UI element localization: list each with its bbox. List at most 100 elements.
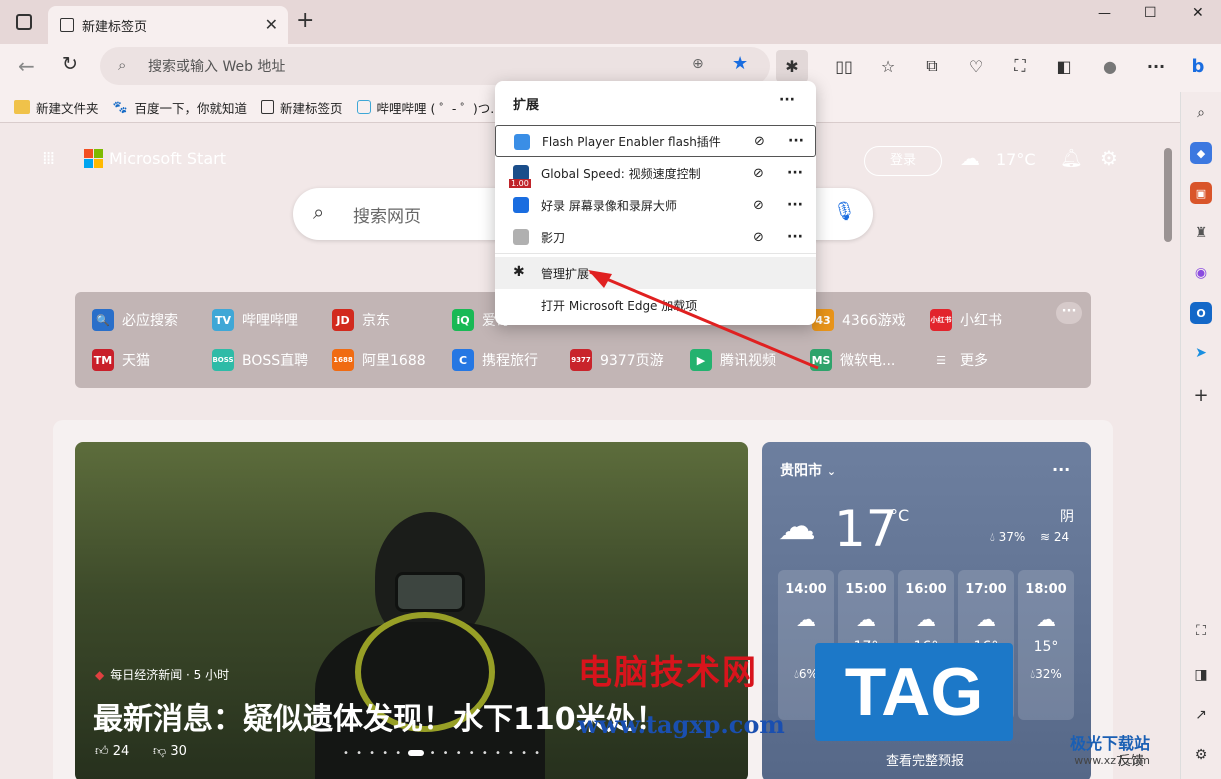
shopping-icon[interactable]: ◆ [1190,142,1212,164]
zoom-icon[interactable]: ⊕ [692,56,704,72]
quick-link[interactable]: TM 天猫 [92,349,150,371]
fav-baidu[interactable]: 🐾 百度一下，你就知道 [113,98,248,117]
voice-search-icon[interactable]: 🎙︎ [833,201,856,222]
hour-forecast[interactable]: 18:00 ☁ 15° 💧︎32% [1018,570,1074,720]
quick-links-more-icon[interactable]: ··· [1056,302,1082,324]
quick-link-label: 小红书 [960,313,1002,329]
tab-actions-icon[interactable] [16,14,32,30]
site-url: www.xz7.com [1074,754,1151,767]
quick-link[interactable]: 🔍 必应搜索 [92,309,178,331]
hidden-eye-icon[interactable]: ⊘ [753,230,764,245]
fav-bilibili[interactable]: 哔哩哔哩 ( ゜- ゜)つ... [356,98,502,117]
quick-link[interactable]: 小红书 小红书 [930,309,1002,331]
hidden-eye-icon[interactable]: ⊘ [754,134,765,149]
extension-more-icon[interactable]: ··· [788,133,804,149]
maximize-button[interactable]: ☐ [1144,5,1157,21]
brand[interactable]: Microsoft Start [84,149,226,168]
screenshot-icon[interactable]: ⛶ [1190,620,1212,642]
watermark-text: 电脑技术网 [578,653,758,693]
weather-humidity: 💧︎ 37% [990,530,1026,544]
weather-more-icon[interactable]: ··· [1052,460,1070,479]
extension-item[interactable]: Global Speed: 视频速度控制 ⊘ ··· 1.00 [495,157,816,189]
outlook-icon[interactable]: O [1190,302,1212,324]
extension-name: Global Speed: 视频速度控制 [541,166,701,181]
quick-link[interactable]: BOSS BOSS直聘 [212,349,308,371]
extension-more-icon[interactable]: ··· [787,197,803,213]
hour-temp: 15° [1033,639,1059,655]
favorites-icon[interactable]: ☆ [872,50,904,82]
extension-more-icon[interactable]: ··· [787,165,803,181]
quick-link-label: 天猫 [122,353,150,369]
search-icon[interactable]: ⌕ [1190,102,1212,124]
popup-more-icon[interactable]: ··· [779,92,795,108]
sidebar-panel-icon[interactable]: ◨ [1190,664,1212,686]
baidu-icon: 🐾 [112,100,128,114]
new-tab-button[interactable]: + [296,8,314,33]
quick-link-label: 更多 [960,353,988,369]
quick-link-icon: ☰ [936,353,946,367]
sidebar-settings-icon[interactable]: ⚙ [1190,744,1212,766]
quick-link-label: 阿里1688 [362,353,426,369]
hour-time: 16:00 [905,582,947,597]
extensions-button[interactable]: ✱ [776,50,808,82]
weather-wind: ≋ 24 [1040,530,1070,544]
favorite-star-icon[interactable]: ★ [732,53,748,74]
notification-bell-icon[interactable]: 🔔︎ [1060,148,1083,169]
games-icon[interactable]: ♜ [1190,222,1212,244]
forecast-link[interactable]: 查看完整预报 [886,750,964,769]
collections-icon[interactable]: ⧉ [916,50,948,82]
fav-folder[interactable]: 新建文件夹 [14,98,99,117]
cloud-icon: ☁ [976,607,996,631]
extension-more-icon[interactable]: ··· [787,229,803,245]
dislike-button[interactable]: 👎︎ 30 [153,744,187,759]
quick-link[interactable]: 1688 阿里1688 [332,349,426,371]
split-screen-icon[interactable]: ▯▯ [828,50,860,82]
apps-grid-icon[interactable]: ⁞⁞⁞ [42,148,55,169]
add-icon[interactable]: + [1190,384,1212,406]
like-button[interactable]: 👍︎ 24 [95,744,129,759]
page-settings-icon[interactable]: ⚙ [1100,146,1118,170]
cloud-icon: ☁ [856,607,876,631]
hidden-eye-icon[interactable]: ⊘ [753,166,764,181]
quick-link[interactable]: ☰ 更多 [930,349,988,371]
address-bar[interactable]: ⌕ 搜索或输入 Web 地址 ⊕ ★ [100,47,770,85]
cloud-icon: ☁ [778,504,816,548]
tab-close-icon[interactable]: ✕ [265,15,278,34]
fav-newtab[interactable]: 新建标签页 [261,98,343,117]
weather-city[interactable]: 贵阳市 ⌄ [780,460,836,480]
microsoft365-icon[interactable]: ◉ [1190,262,1212,284]
close-window-button[interactable]: ✕ [1192,5,1204,21]
extension-name: 影刀 [541,230,566,245]
send-icon[interactable]: ➤ [1190,342,1212,364]
fav-label: 新建文件夹 [36,100,99,116]
performance-icon[interactable]: ♡ [960,50,992,82]
settings-more-icon[interactable]: ··· [1140,50,1172,82]
header-temp[interactable]: 17°C [996,150,1036,169]
tools-icon[interactable]: ▣ [1190,182,1212,204]
edge-sidebar: ⌕ ◆ ▣ ♜ ◉ O ➤ + ⛶ ◨ ↗ ⚙ [1180,92,1221,779]
tab-title: 新建标签页 [82,19,148,35]
thumbs-down-icon: 👎︎ [153,744,171,759]
quick-link[interactable]: JD 京东 [332,309,390,331]
scrollbar[interactable] [1164,148,1172,242]
hidden-eye-icon[interactable]: ⊘ [753,198,764,213]
brand-text: Microsoft Start [109,149,226,168]
back-button[interactable]: ← [18,54,35,78]
extension-item[interactable]: Flash Player Enabler flash插件 ⊘ ··· [495,125,816,157]
quick-link-icon: iQ [452,309,474,331]
sidebar-toggle-icon[interactable]: ◧ [1048,50,1080,82]
screenshot-icon[interactable]: ⛶ [1004,50,1036,82]
external-link-icon[interactable]: ↗ [1190,704,1212,726]
extension-item[interactable]: 影刀 ⊘ ··· [495,221,816,253]
minimize-button[interactable]: — [1098,6,1111,21]
tab-new-tab[interactable]: 新建标签页 ✕ [48,6,288,44]
profile-avatar[interactable]: ● [1094,50,1126,82]
extension-item[interactable]: 好录 屏幕录像和录屏大师 ⊘ ··· [495,189,816,221]
quick-link[interactable]: TV 哔哩哔哩 [212,309,298,331]
quick-link-label: 微软电... [840,353,896,369]
quick-link[interactable]: C 携程旅行 [452,349,538,371]
carousel-dots[interactable]: • • • • • • • • • • • • • • [343,748,542,759]
bing-copilot-icon[interactable]: b [1182,50,1214,82]
refresh-button[interactable]: ↻ [62,53,78,75]
login-button[interactable]: 登录 [864,146,942,176]
